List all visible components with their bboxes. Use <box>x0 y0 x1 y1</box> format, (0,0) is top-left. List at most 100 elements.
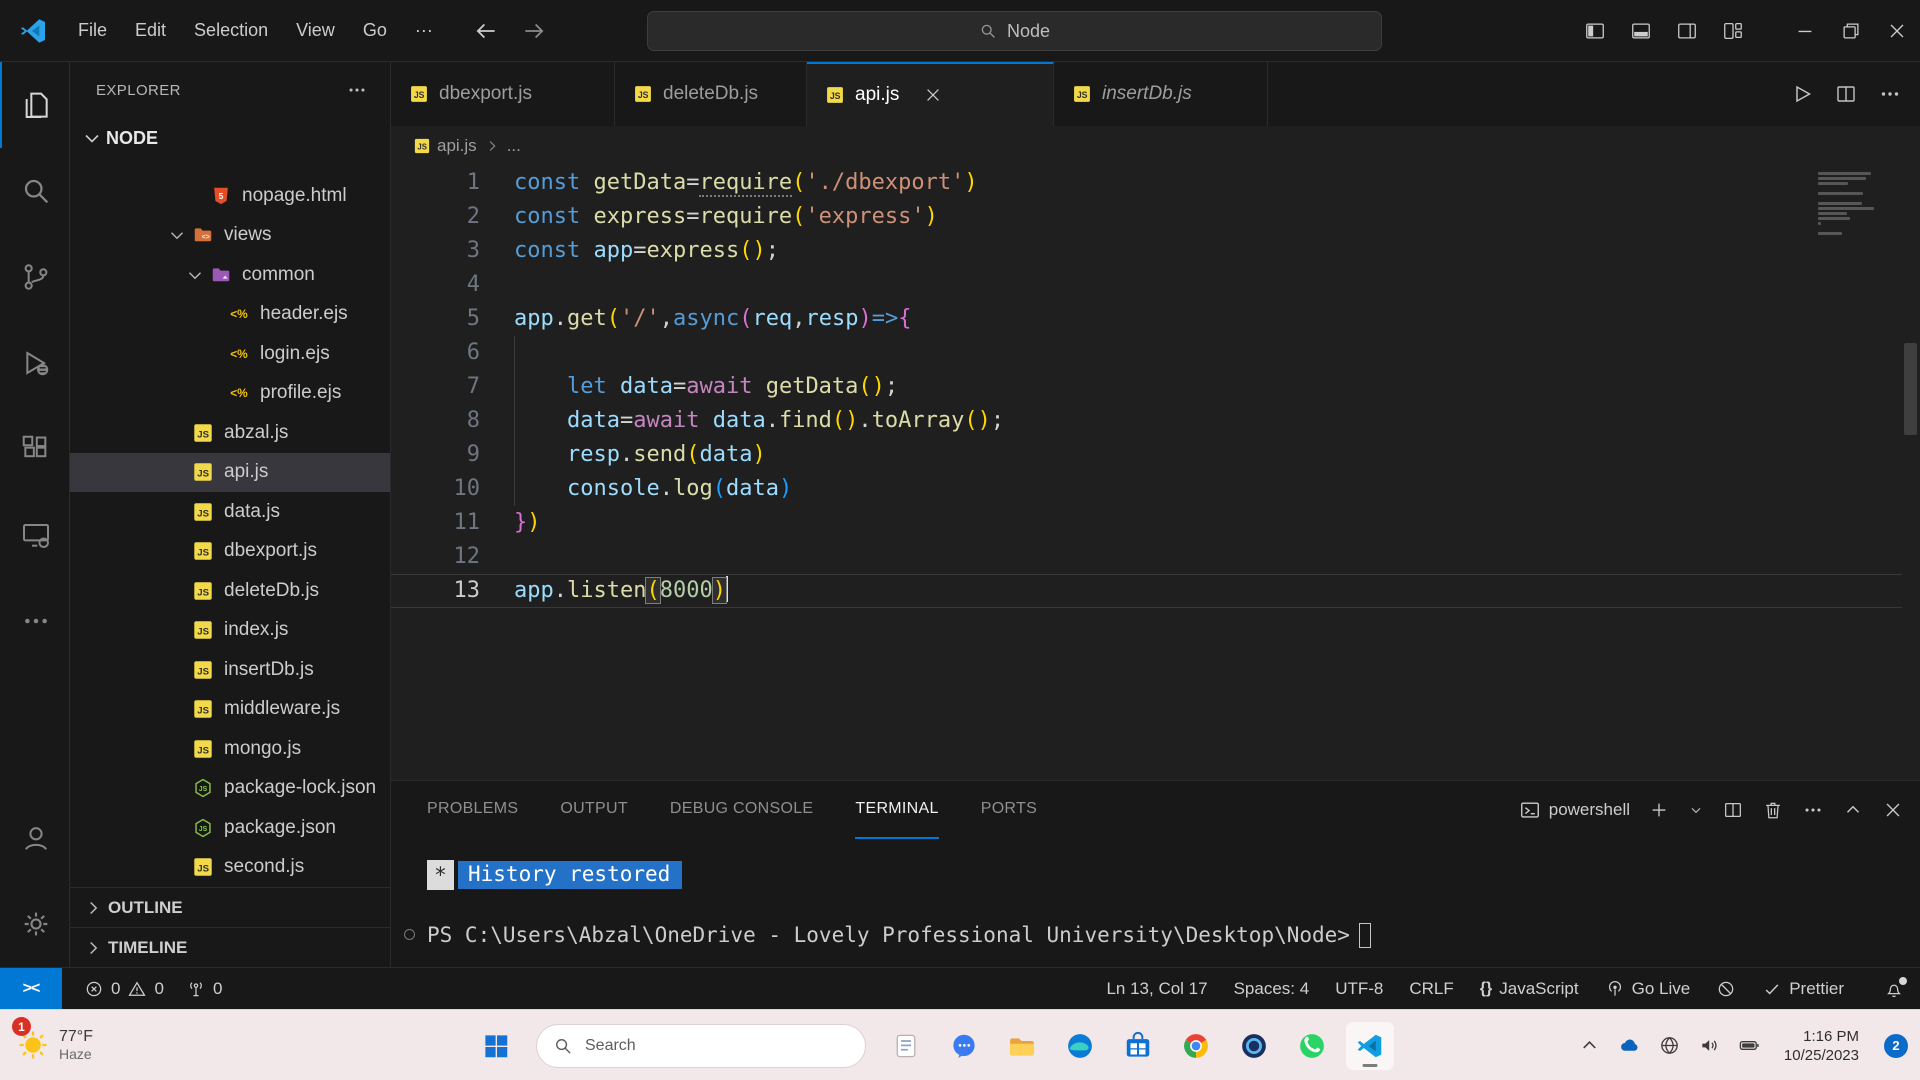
command-decoration-icon[interactable] <box>404 929 415 940</box>
tree-item-index-js[interactable]: JSindex.js <box>70 611 390 651</box>
menu-file[interactable]: File <box>64 12 121 49</box>
tree-item-profile-ejs[interactable]: <%profile.ejs <box>70 374 390 414</box>
editor-more-actions-icon[interactable] <box>1878 82 1902 106</box>
menu-go[interactable]: Go <box>349 12 401 49</box>
code-line-5[interactable]: 5app.get('/',async(req,resp)=>{ <box>391 302 1920 336</box>
terminal-dropdown-icon[interactable] <box>1688 799 1704 821</box>
activity-accounts[interactable] <box>0 795 69 881</box>
volume-icon[interactable] <box>1698 1034 1721 1057</box>
panel-tab-debug-console[interactable]: DEBUG CONSOLE <box>670 781 814 839</box>
code-line-1[interactable]: 1const getData=require('./dbexport') <box>391 166 1920 200</box>
tab-api-js[interactable]: JSapi.js <box>807 62 1054 126</box>
tree-item-package-lock-json[interactable]: JSpackage-lock.json <box>70 769 390 809</box>
close-panel-icon[interactable] <box>1882 799 1904 821</box>
tree-item-second-js[interactable]: JSsecond.js <box>70 848 390 888</box>
activity-source-control[interactable] <box>0 234 69 320</box>
onedrive-cloud-icon[interactable] <box>1618 1034 1641 1057</box>
tab-dbexport-js[interactable]: JSdbexport.js <box>391 62 615 126</box>
tree-item-deletedb-js[interactable]: JSdeleteDb.js <box>70 571 390 611</box>
tab-close-icon[interactable] <box>923 85 943 105</box>
status-do-not-disturb[interactable] <box>1716 979 1736 999</box>
menu-edit[interactable]: Edit <box>121 12 180 49</box>
status-encoding[interactable]: UTF-8 <box>1335 979 1383 999</box>
taskbar-app-whatsapp[interactable] <box>1288 1022 1336 1070</box>
split-editor-icon[interactable] <box>1834 82 1858 106</box>
forward-arrow-icon[interactable] <box>521 18 547 44</box>
code-line-4[interactable]: 4 <box>391 268 1920 302</box>
taskbar-search[interactable]: Search <box>536 1024 866 1068</box>
split-terminal-icon[interactable] <box>1722 799 1744 821</box>
status-prettier[interactable]: Prettier <box>1762 979 1844 999</box>
ports-status[interactable]: 0 <box>186 979 222 999</box>
remote-indicator[interactable]: >< <box>0 968 62 1010</box>
workspace-section-header[interactable]: NODE <box>70 118 390 158</box>
breadcrumb-file[interactable]: api.js <box>437 136 477 156</box>
editor-scrollbar[interactable] <box>1904 343 1917 435</box>
code-line-8[interactable]: 8 data=await data.find().toArray(); <box>391 404 1920 438</box>
code-line-6[interactable]: 6 <box>391 336 1920 370</box>
code-line-2[interactable]: 2const express=require('express') <box>391 200 1920 234</box>
tree-item-abzal-js[interactable]: JSabzal.js <box>70 413 390 453</box>
back-arrow-icon[interactable] <box>473 18 499 44</box>
restore-button[interactable] <box>1828 0 1874 62</box>
activity-search[interactable] <box>0 148 69 234</box>
menu-selection[interactable]: Selection <box>180 12 282 49</box>
tab-deletedb-js[interactable]: JSdeleteDb.js <box>615 62 807 126</box>
menu-view[interactable]: View <box>282 12 349 49</box>
maximize-panel-icon[interactable] <box>1842 799 1864 821</box>
activity-remote-explorer[interactable] <box>0 492 69 578</box>
taskbar-clock[interactable]: 1:16 PM 10/25/2023 <box>1784 1027 1859 1065</box>
section-timeline[interactable]: TIMELINE <box>70 927 390 967</box>
status-go-live[interactable]: Go Live <box>1605 979 1691 999</box>
minimize-button[interactable] <box>1782 0 1828 62</box>
tree-item-dbexport-js[interactable]: JSdbexport.js <box>70 532 390 572</box>
panel-more-actions-icon[interactable] <box>1802 799 1824 821</box>
activity-settings[interactable] <box>0 881 69 967</box>
tree-item-mongo-js[interactable]: JSmongo.js <box>70 729 390 769</box>
tree-item-data-js[interactable]: JSdata.js <box>70 492 390 532</box>
panel-tab-terminal[interactable]: TERMINAL <box>855 781 938 839</box>
explorer-more-actions-icon[interactable] <box>346 79 368 101</box>
toggle-primary-sidebar-button[interactable] <box>1572 0 1618 62</box>
taskbar-weather-widget[interactable]: 1 77°F Haze <box>16 1027 166 1063</box>
tree-item-header-ejs[interactable]: <%header.ejs <box>70 295 390 335</box>
problems-status[interactable]: 0 0 <box>84 979 164 999</box>
panel-tab-output[interactable]: OUTPUT <box>560 781 628 839</box>
activity-explorer[interactable] <box>0 62 69 148</box>
tree-item-package-json[interactable]: JSpackage.json <box>70 808 390 848</box>
code-line-13[interactable]: 13app.listen(8000) <box>391 574 1920 608</box>
taskbar-app-photos[interactable] <box>1230 1022 1278 1070</box>
activity-run-debug[interactable] <box>0 320 69 406</box>
taskbar-app-file-explorer[interactable] <box>998 1022 1046 1070</box>
taskbar-app-store[interactable] <box>1114 1022 1162 1070</box>
breadcrumb[interactable]: JS api.js ... <box>391 126 1920 166</box>
tab-insertdb-js[interactable]: JSinsertDb.js <box>1054 62 1268 126</box>
code-line-3[interactable]: 3const app=express(); <box>391 234 1920 268</box>
toggle-panel-button[interactable] <box>1618 0 1664 62</box>
section-outline[interactable]: OUTLINE <box>70 887 390 927</box>
code-line-10[interactable]: 10 console.log(data) <box>391 472 1920 506</box>
panel-tab-problems[interactable]: PROBLEMS <box>427 781 518 839</box>
status-indentation[interactable]: Spaces: 4 <box>1234 979 1310 999</box>
terminal[interactable]: * History restored PS C:\Users\Abzal\One… <box>391 839 1920 967</box>
taskbar-app-chat[interactable] <box>940 1022 988 1070</box>
notifications-bell[interactable] <box>1884 979 1904 999</box>
toggle-secondary-sidebar-button[interactable] <box>1664 0 1710 62</box>
status-language-mode[interactable]: {}JavaScript <box>1480 979 1579 999</box>
shell-selector[interactable]: powershell <box>1519 799 1630 821</box>
run-code-icon[interactable] <box>1790 82 1814 106</box>
start-button[interactable] <box>472 1022 520 1070</box>
code-line-12[interactable]: 12 <box>391 540 1920 574</box>
network-globe-icon[interactable] <box>1658 1034 1681 1057</box>
new-terminal-icon[interactable] <box>1648 799 1670 821</box>
tree-item-middleware-js[interactable]: JSmiddleware.js <box>70 690 390 730</box>
tree-item-insertdb-js[interactable]: JSinsertDb.js <box>70 650 390 690</box>
code-line-11[interactable]: 11}) <box>391 506 1920 540</box>
taskbar-app-vscode[interactable] <box>1346 1022 1394 1070</box>
command-center-search[interactable]: Node <box>647 11 1382 51</box>
customize-layout-button[interactable] <box>1710 0 1756 62</box>
battery-icon[interactable] <box>1738 1034 1761 1057</box>
tree-item-api-js[interactable]: JSapi.js <box>70 453 390 493</box>
code-editor[interactable]: 1const getData=require('./dbexport')2con… <box>391 166 1920 780</box>
close-button[interactable] <box>1874 0 1920 62</box>
